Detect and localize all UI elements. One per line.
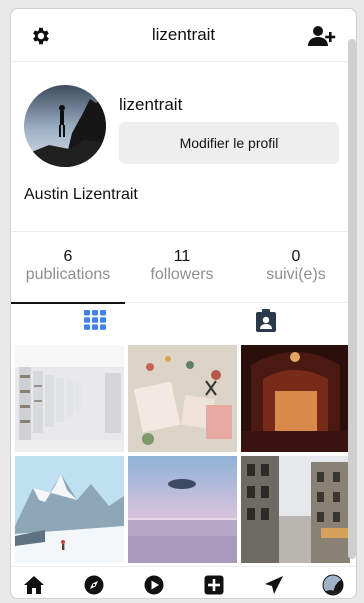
stat-label: suivi(e)s: [266, 266, 326, 283]
play-icon[interactable]: [143, 574, 165, 596]
stat-value: 11: [173, 248, 191, 265]
stat-value: 6: [63, 248, 73, 265]
edit-profile-button[interactable]: Modifier le profil: [119, 122, 339, 164]
profile-username: lizentrait: [119, 95, 183, 114]
profile-full-name: Austin Lizentrait: [24, 186, 138, 203]
bottom-navigation: [11, 566, 356, 598]
top-bar: lizentrait: [11, 9, 356, 62]
add-post-icon[interactable]: [203, 574, 225, 596]
home-icon[interactable]: [23, 574, 45, 596]
post-thumbnail[interactable]: [15, 345, 124, 452]
explore-icon[interactable]: [83, 574, 105, 596]
post-thumbnail[interactable]: [128, 456, 237, 563]
profile-avatar[interactable]: [24, 85, 106, 167]
profile-tabs: [11, 302, 356, 342]
stat-followers[interactable]: 11 followers: [127, 248, 237, 284]
stat-label: publications: [25, 266, 111, 283]
stat-value: 0: [291, 248, 301, 265]
posts-grid: [15, 345, 351, 563]
add-user-icon[interactable]: [308, 24, 336, 48]
grid-icon[interactable]: [84, 310, 108, 332]
page-title: lizentrait: [151, 25, 216, 44]
scrollbar[interactable]: [348, 39, 356, 559]
send-icon[interactable]: [263, 574, 285, 596]
post-thumbnail[interactable]: [241, 456, 350, 563]
stat-label: followers: [150, 266, 214, 283]
app-frame: lizentrait lizentrait Modifier le profil…: [10, 8, 357, 599]
profile-avatar-icon[interactable]: [322, 574, 344, 596]
stat-publications[interactable]: 6 publications: [13, 248, 123, 284]
post-thumbnail[interactable]: [241, 345, 350, 452]
profile-stats: 6 publications 11 followers 0 suivi(e)s: [11, 231, 356, 303]
tagged-icon[interactable]: [255, 309, 279, 333]
post-thumbnail[interactable]: [15, 456, 124, 563]
active-tab-indicator: [11, 302, 125, 304]
post-thumbnail[interactable]: [128, 345, 237, 452]
stat-following[interactable]: 0 suivi(e)s: [241, 248, 351, 284]
